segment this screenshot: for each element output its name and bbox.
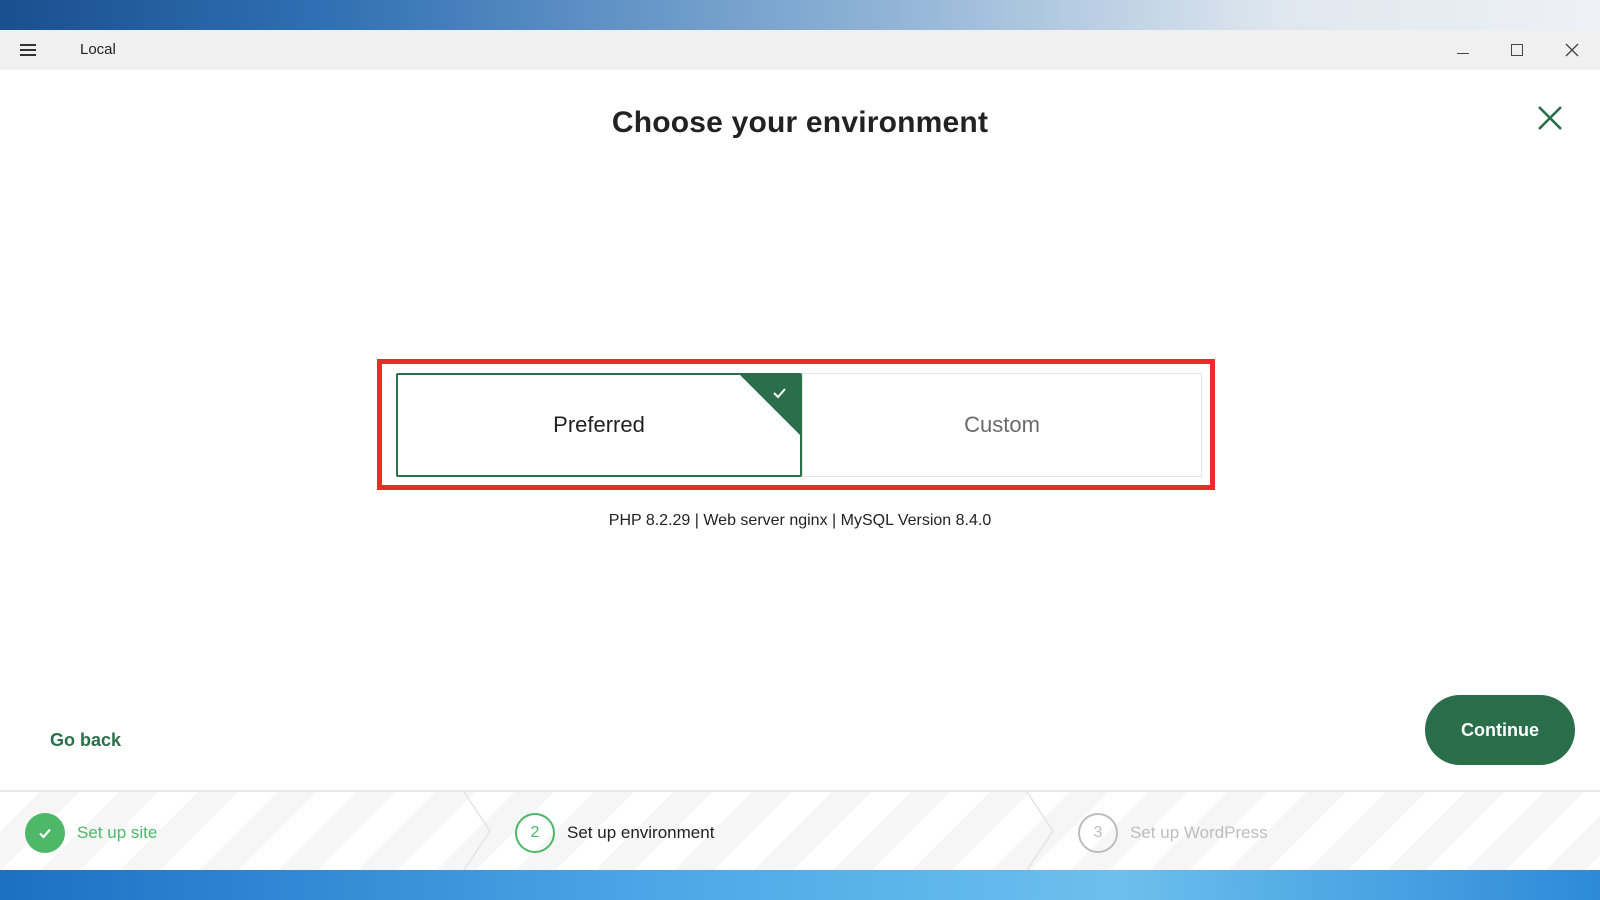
maximize-icon xyxy=(1511,44,1523,56)
option-custom[interactable]: Custom xyxy=(802,373,1202,477)
step-label: Set up environment xyxy=(567,823,715,842)
environment-info: PHP 8.2.29 | Web server nginx | MySQL Ve… xyxy=(608,512,992,529)
close-icon xyxy=(1538,106,1562,130)
app-window: Local Choose your environment Preferred xyxy=(0,30,1600,871)
page-title: Choose your environment xyxy=(611,106,989,139)
option-preferred[interactable]: Preferred xyxy=(396,373,802,477)
selected-check-icon xyxy=(739,375,800,436)
step-set-up-wordpress: 3 Set up WordPress xyxy=(1078,813,1268,853)
minimize-button[interactable] xyxy=(1436,30,1490,70)
desktop-background xyxy=(0,870,1600,900)
continue-button[interactable]: Continue xyxy=(1425,695,1575,765)
step-number: 2 xyxy=(515,813,555,853)
step-set-up-environment: 2 Set up environment xyxy=(515,813,714,853)
option-label: Preferred xyxy=(553,412,645,437)
window-close-button[interactable] xyxy=(1545,30,1599,70)
minimize-icon xyxy=(1457,52,1469,54)
title-bar: Local xyxy=(0,30,1600,70)
step-label: Set up site xyxy=(77,823,158,842)
check-icon xyxy=(25,813,65,853)
step-number: 3 xyxy=(1078,813,1118,853)
dialog-close-button[interactable] xyxy=(1536,104,1564,132)
step-separator xyxy=(462,791,492,871)
step-set-up-site: Set up site xyxy=(25,813,157,853)
step-label: Set up WordPress xyxy=(1130,823,1268,842)
app-title: Local xyxy=(80,41,116,58)
step-separator xyxy=(1025,791,1055,871)
progress-stepper: Set up site 2 Set up environment 3 Set u… xyxy=(0,790,1600,871)
go-back-link[interactable]: Go back xyxy=(50,730,121,751)
option-label: Custom xyxy=(964,412,1040,437)
menu-icon[interactable] xyxy=(20,44,36,56)
maximize-button[interactable] xyxy=(1490,30,1544,70)
close-icon xyxy=(1565,43,1579,57)
